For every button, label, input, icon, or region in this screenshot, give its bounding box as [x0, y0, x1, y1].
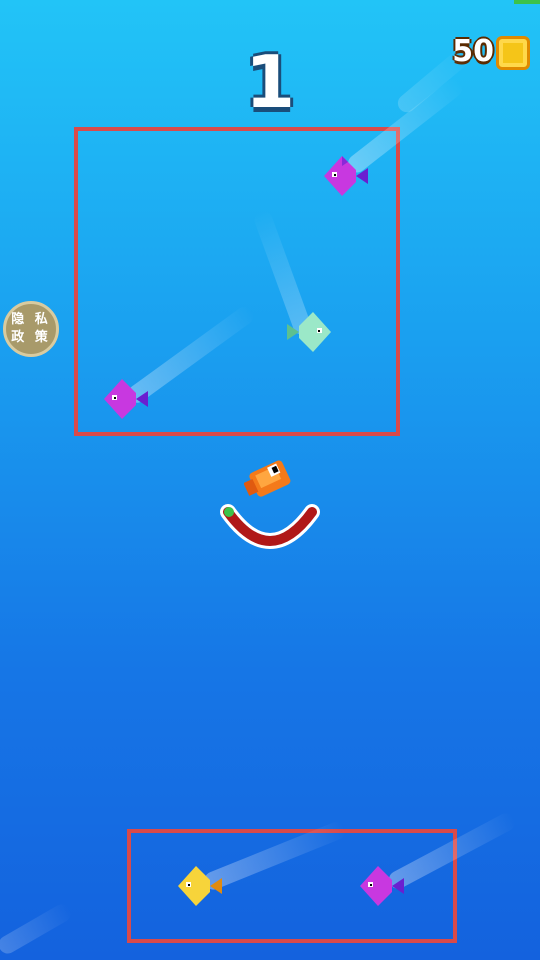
timing-arc-gauge: [220, 504, 320, 549]
privacy-label-line1: 隐 私: [11, 312, 51, 327]
top-corner-marker: [514, 0, 540, 4]
privacy-label-line2: 政 策: [11, 330, 51, 345]
coin-icon: [496, 36, 530, 70]
privacy-policy-button[interactable]: 隐 私 政 策: [3, 301, 59, 357]
fish-trail: [0, 901, 74, 957]
fish-mint-icon: [287, 312, 331, 352]
fish-purple-icon: [324, 156, 368, 196]
fish-yellow-icon: [178, 866, 222, 906]
fish-purple-icon: [360, 866, 404, 906]
player-fish-icon[interactable]: [244, 456, 294, 502]
fish-purple-icon: [104, 379, 148, 419]
